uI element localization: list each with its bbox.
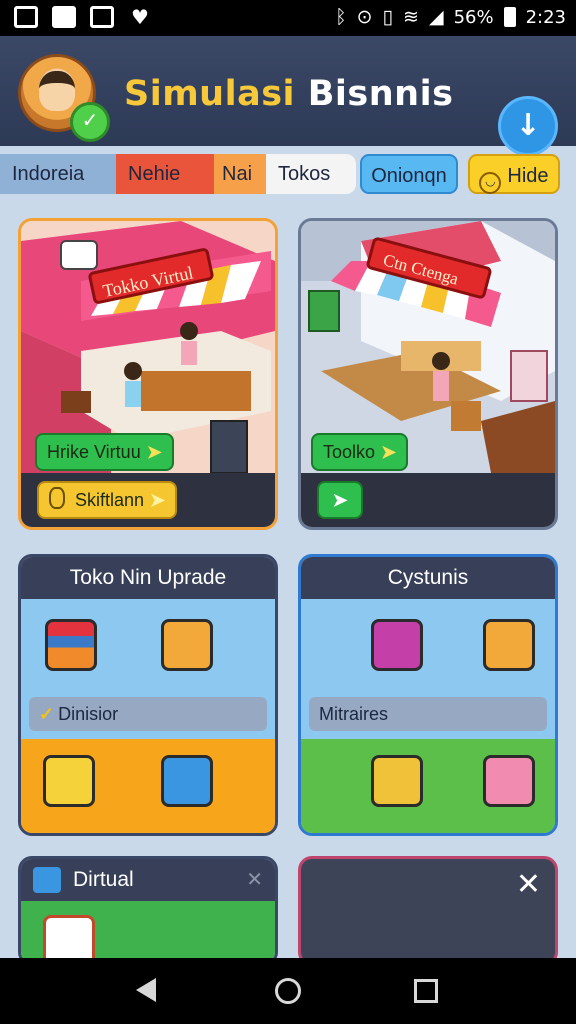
arrow-right-icon: ➤ — [150, 490, 166, 510]
panel-label-text: Dinisior — [58, 704, 119, 724]
photo-icon — [52, 6, 76, 28]
scene-action-button-1[interactable]: Skiftlann ➤ — [37, 481, 178, 519]
stacked-cloth-icon[interactable] — [45, 619, 97, 671]
panel-label: ✓ Dinisior — [29, 697, 267, 731]
upgrade-panel[interactable]: Toko Nin Uprade ✓ Dinisior — [18, 554, 278, 836]
tab-nehie-label: Nehie — [128, 163, 181, 185]
coin-icon — [49, 487, 65, 509]
panel-items-bottom — [21, 739, 275, 833]
home-icon[interactable] — [275, 978, 301, 1004]
sync-icon: ⊙ — [356, 6, 373, 28]
digital-panel[interactable]: Dirtual ✕ — [18, 856, 278, 966]
check-icon: ✓ — [39, 704, 55, 724]
checklist-icon[interactable] — [161, 755, 213, 807]
battery-icon — [503, 7, 516, 27]
panel-items-bottom — [301, 739, 555, 833]
title-part-2: Bisnnis — [307, 74, 454, 114]
shop-scene-card-1[interactable]: Tokko Virtul Hrike Virtuu ➤ Skiftlann ➤ — [18, 218, 278, 530]
close-icon[interactable]: ✕ — [516, 867, 541, 902]
scene-action-button-2[interactable]: ➤ — [317, 481, 363, 519]
arrow-right-icon: ➤ — [146, 442, 162, 462]
hide-label: Hide — [507, 165, 549, 187]
scene-tag-1[interactable]: Hrike Virtuu ➤ — [35, 433, 174, 471]
app-header: ✓ Simulasi Bisnnis ↓ — [0, 36, 576, 156]
chip-button-blue[interactable]: Onionqn — [360, 154, 458, 194]
vibrate-icon: ▯ — [382, 6, 394, 28]
scene-tag-2[interactable]: Toolko ➤ — [311, 433, 409, 471]
check-icon: ✓ — [70, 102, 110, 142]
close-icon[interactable]: ✕ — [246, 867, 263, 891]
clock: 2:23 — [525, 6, 566, 28]
bluetooth-icon: ᛒ — [335, 6, 347, 28]
system-nav-bar — [0, 958, 576, 1024]
avatar-face — [39, 71, 75, 111]
title-part-1: Simulasi — [124, 74, 296, 114]
hide-button[interactable]: ◡ Hide — [468, 154, 560, 194]
message-icon — [90, 6, 114, 28]
arrow-right-icon: ➤ — [381, 442, 397, 462]
gift-icon[interactable] — [43, 755, 95, 807]
scene-tag-1-label: Hrike Virtuu — [47, 442, 141, 462]
heart-icon: ♥ — [131, 5, 149, 29]
smile-icon: ◡ — [479, 172, 502, 194]
recents-icon[interactable] — [414, 979, 438, 1003]
tab-indoreia[interactable]: Indoreia — [0, 154, 116, 194]
tab-nai[interactable]: Nai — [214, 154, 266, 194]
panel-title: Cystunis — [301, 557, 555, 599]
box-icon[interactable] — [161, 619, 213, 671]
tab-nehie[interactable]: Nehie — [116, 154, 214, 194]
panel-title: Toko Nin Uprade — [21, 557, 275, 599]
scene-action-label-1: Skiftlann — [75, 490, 145, 510]
empty-panel: ✕ — [298, 856, 558, 966]
shop-scene-card-2[interactable]: Ctn Ctenga Toolko ➤ ➤ — [298, 218, 558, 530]
register-icon[interactable] — [483, 619, 535, 671]
cart-icon[interactable] — [371, 755, 423, 807]
status-bar: ♥ ᛒ ⊙ ▯ ≋ ◢ 56% 2:23 — [0, 0, 576, 36]
tab-bar: Indoreia Nehie Nai Tokos — [0, 154, 356, 194]
cabinet-icon[interactable] — [371, 619, 423, 671]
signal-icon: ◢ — [428, 6, 444, 28]
battery-percent: 56% — [453, 6, 494, 28]
systems-panel[interactable]: Cystunis Mitraires — [298, 554, 558, 836]
shield-icon — [33, 867, 61, 893]
calendar-icon[interactable] — [483, 755, 535, 807]
page-title: Simulasi Bisnnis — [124, 74, 453, 114]
screen-cast-icon — [14, 6, 38, 28]
arrow-right-icon: ➤ — [332, 490, 348, 510]
tab-tokos[interactable]: Tokos — [266, 154, 356, 194]
panel-items-bottom — [21, 901, 275, 963]
wifi-icon: ≋ — [403, 6, 419, 28]
menu-button[interactable]: ↓ — [498, 96, 558, 156]
back-icon[interactable] — [136, 978, 156, 1002]
scene-tag-2-label: Toolko — [323, 442, 376, 462]
panel-label: Mitraires — [309, 697, 547, 731]
